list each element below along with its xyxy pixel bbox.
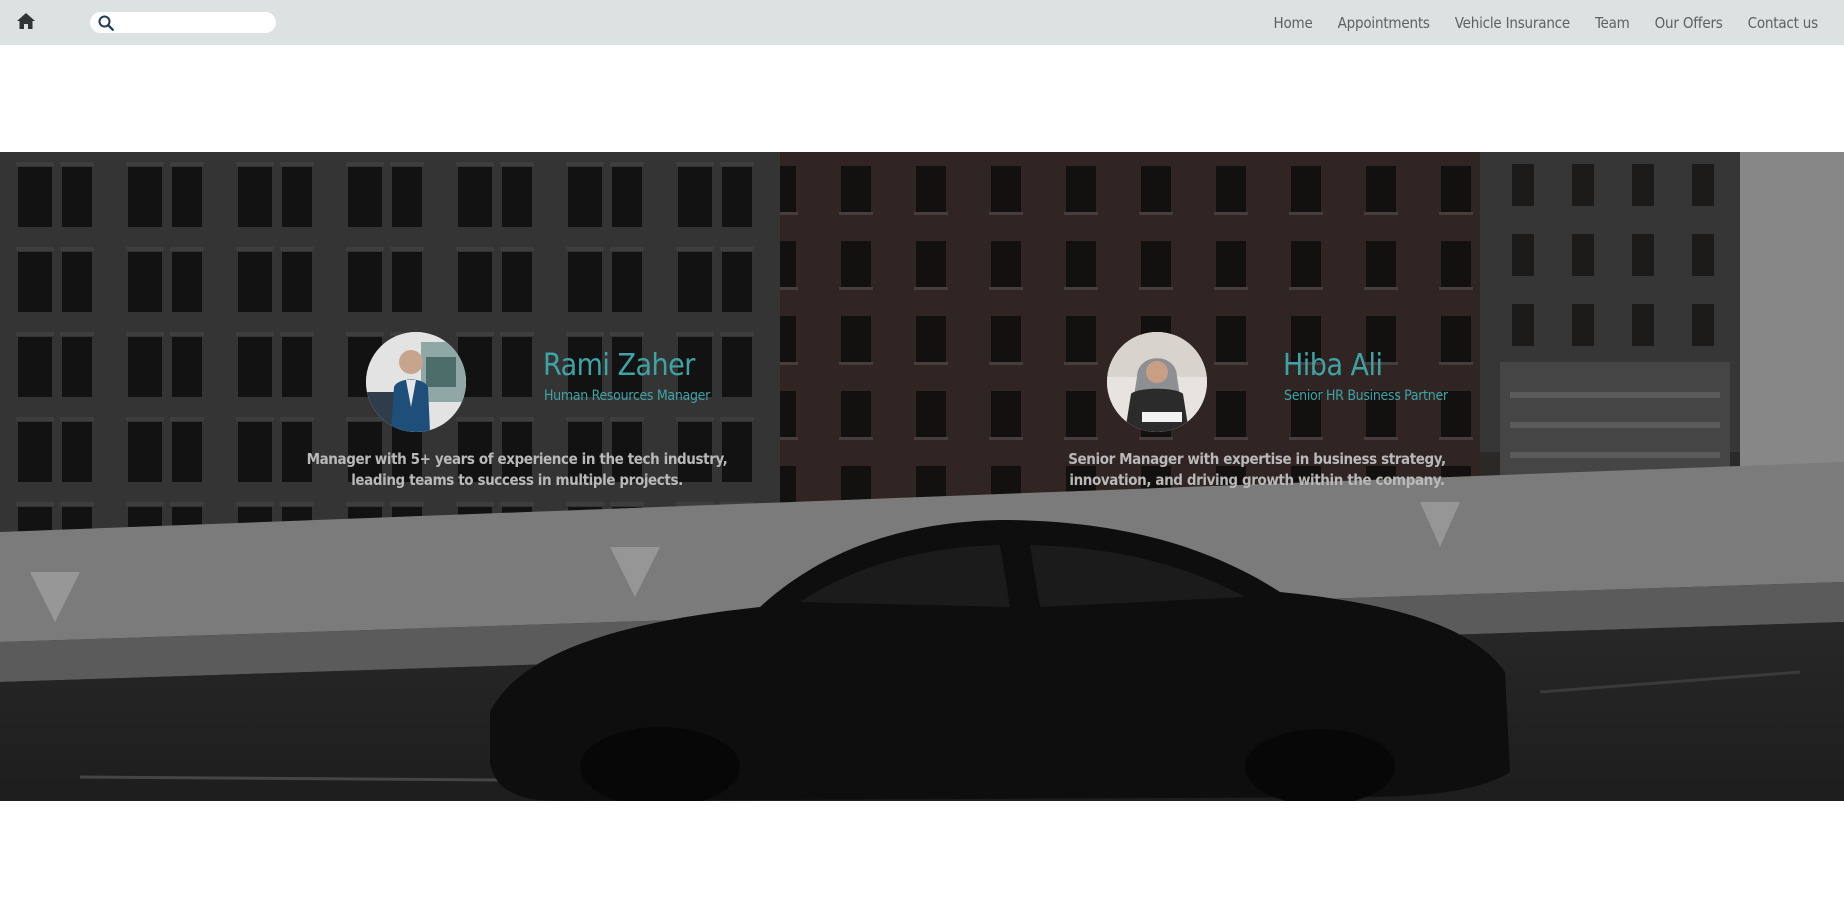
home-icon	[17, 13, 35, 29]
avatar	[1107, 332, 1207, 432]
search-box	[90, 12, 276, 33]
member-photo	[1107, 332, 1207, 432]
member-role: Human Resources Manager	[544, 388, 710, 404]
nav-link-vehicle-insurance[interactable]: Vehicle Insurance	[1455, 14, 1570, 32]
nav-link-appointments[interactable]: Appointments	[1338, 14, 1430, 32]
member-bio: Manager with 5+ years of experience in t…	[306, 450, 728, 489]
background-overlay	[0, 152, 1844, 801]
member-name: Rami Zaher	[543, 348, 695, 383]
team-section: Rami Zaher Human Resources Manager Manag…	[0, 152, 1844, 801]
nav-link-home[interactable]: Home	[1274, 14, 1313, 32]
nav-link-team[interactable]: Team	[1595, 14, 1630, 32]
nav-link-contact-us[interactable]: Contact us	[1748, 14, 1819, 32]
search-icon[interactable]	[96, 13, 116, 33]
nav-links: Home Appointments Vehicle Insurance Team…	[1249, 0, 1819, 45]
member-role: Senior HR Business Partner	[1284, 388, 1448, 404]
navbar: Home Appointments Vehicle Insurance Team…	[0, 0, 1844, 45]
search-input[interactable]	[118, 13, 268, 32]
avatar	[366, 332, 466, 432]
member-name: Hiba Ali	[1283, 348, 1383, 383]
nav-link-our-offers[interactable]: Our Offers	[1655, 14, 1723, 32]
member-bio: Senior Manager with expertise in busines…	[1068, 450, 1446, 489]
home-button[interactable]	[15, 10, 37, 32]
member-photo	[366, 332, 466, 432]
